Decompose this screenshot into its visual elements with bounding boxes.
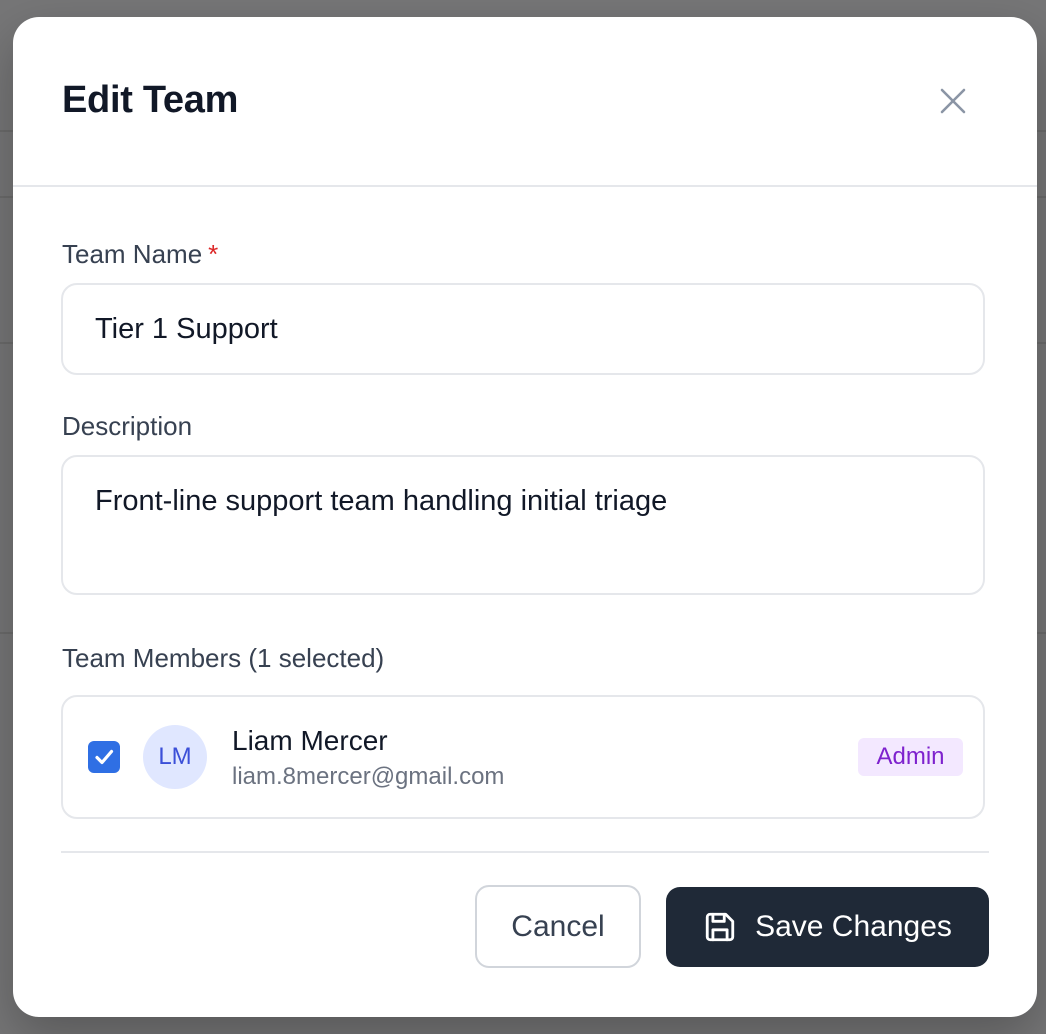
checkmark-icon <box>95 749 114 765</box>
required-marker: * <box>208 239 219 269</box>
member-checkbox[interactable] <box>88 741 120 773</box>
modal-header: Edit Team <box>13 17 1037 187</box>
team-name-input[interactable]: Tier 1 Support <box>61 283 985 375</box>
save-button-label: Save Changes <box>755 910 952 943</box>
description-value: Front-line support team handling initial… <box>95 485 668 517</box>
edit-team-modal: Edit Team Team Name * Tier 1 Support Desc… <box>13 17 1037 1017</box>
avatar: LM <box>143 725 207 789</box>
close-icon <box>940 88 966 114</box>
description-label: Description <box>62 411 193 441</box>
member-name: Liam Mercer <box>232 725 388 756</box>
team-name-value: Tier 1 Support <box>95 313 278 345</box>
save-changes-button[interactable]: Save Changes <box>666 887 989 967</box>
member-email: liam.8mercer@gmail.com <box>232 763 505 790</box>
cancel-button-label: Cancel <box>511 909 605 943</box>
modal-title: Edit Team <box>62 79 239 121</box>
close-button[interactable] <box>933 81 973 121</box>
footer-divider <box>61 851 989 853</box>
team-members-list: LM Liam Mercer liam.8mercer@gmail.com Ad… <box>61 695 985 819</box>
team-name-label-text: Team Name <box>62 239 203 269</box>
save-icon <box>703 910 737 944</box>
cancel-button[interactable]: Cancel <box>475 885 641 968</box>
description-textarea[interactable]: Front-line support team handling initial… <box>61 455 985 595</box>
role-badge: Admin <box>858 738 963 776</box>
team-members-label: Team Members (1 selected) <box>62 643 385 673</box>
team-name-label: Team Name * <box>62 239 218 270</box>
